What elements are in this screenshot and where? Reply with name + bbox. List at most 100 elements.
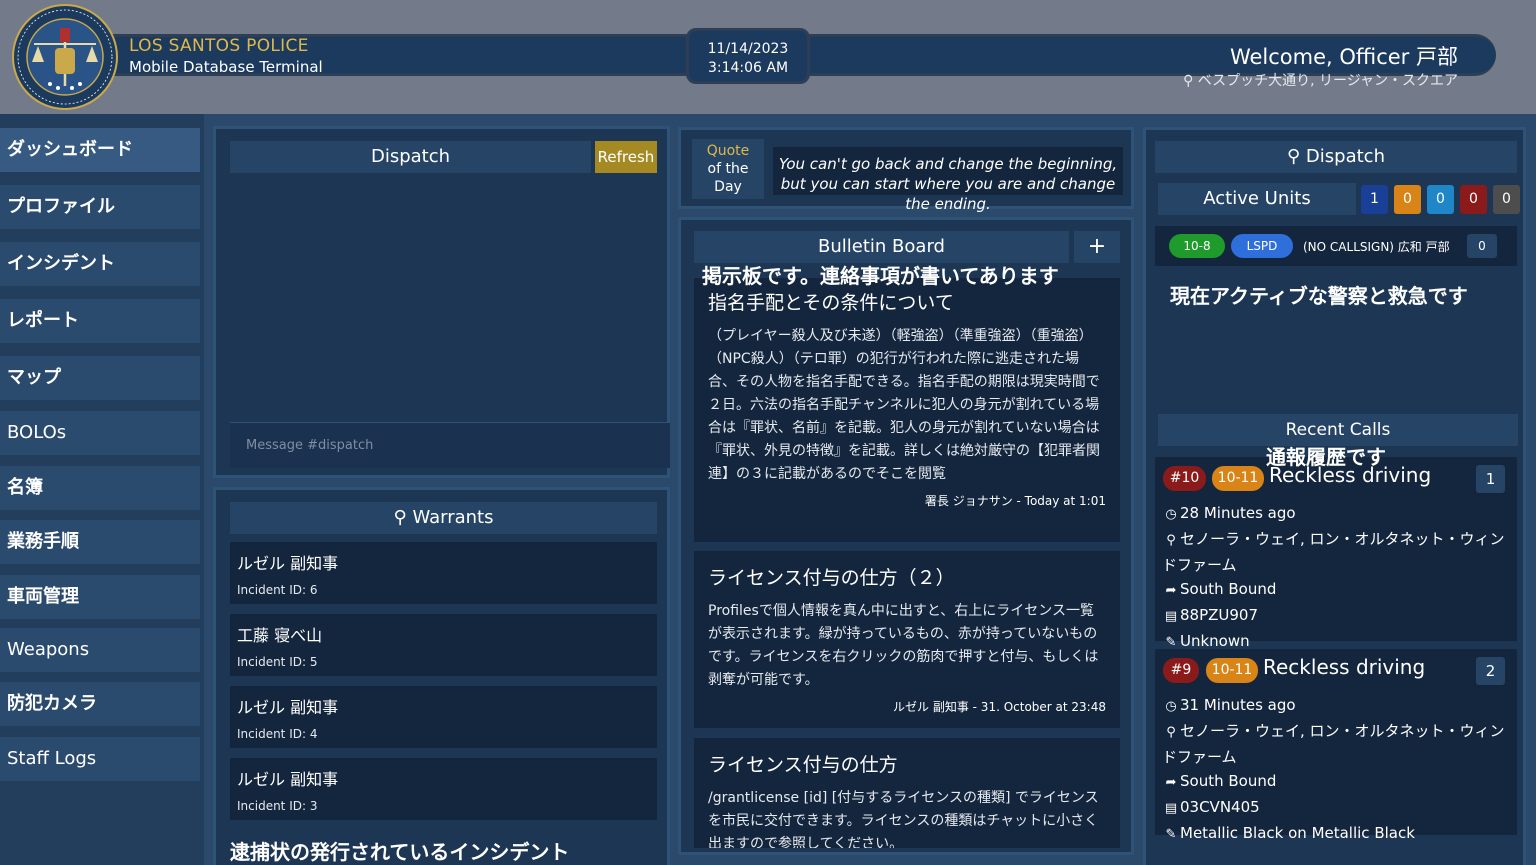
welcome-text: Welcome, Officer 戸部 (1229, 45, 1458, 69)
call-unit-count[interactable]: 1 (1476, 465, 1505, 493)
quote-label: Quote of the Day (692, 139, 764, 199)
sidebar-item-weapons[interactable]: Weapons (0, 628, 200, 672)
location-text: ベスプッチ大通り, リージャン・スクエア (1197, 73, 1458, 89)
bulletin-post-title: ライセンス付与の仕方（２） (708, 567, 955, 589)
call-time-text: 28 Minutes ago (1180, 504, 1296, 522)
bulletin-title: Bulletin Board (694, 231, 1069, 263)
sidebar-item-vehicles[interactable]: 車両管理 (0, 575, 200, 619)
unit-count-badge: 0 (1427, 185, 1454, 214)
org-subtitle: Mobile Database Terminal (129, 58, 323, 76)
dispatch-message-input[interactable] (230, 422, 670, 468)
call-header: #9 10-11 Reckless driving 2 (1162, 649, 1510, 693)
call-direction: ➦ South Bound (1162, 577, 1510, 603)
quote-panel: Quote of the Day You can't go back and c… (678, 127, 1134, 213)
sidebar-item-sop[interactable]: 業務手順 (0, 520, 200, 564)
warrant-name: 工藤 寝べ山 (237, 626, 323, 645)
units-caption: 現在アクティブな警察と救急です (1170, 284, 1468, 308)
refresh-button[interactable]: Refresh (595, 141, 657, 173)
units-dispatch-header: ⚲ Dispatch (1155, 141, 1517, 173)
unit-count-badge: 1 (1361, 185, 1388, 214)
bulletin-post-body: （プレイヤー殺人及び未遂）（軽強盗）（準重強盗）（重強盗）（NPC殺人）（テロ罪… (708, 328, 1100, 482)
direction-arrow-icon: ➦ (1165, 775, 1177, 790)
location-pin-icon: ⚲ (1166, 725, 1176, 740)
call-time-text: 31 Minutes ago (1180, 696, 1296, 714)
quote-label-line1: Quote (706, 143, 750, 159)
unit-name: (NO CALLSIGN) 広和 戸部 (1303, 240, 1450, 254)
call-plate: ▤ 88PZU907 (1162, 603, 1510, 629)
call-title: Reckless driving (1263, 655, 1426, 679)
bulletin-post[interactable]: ライセンス付与の仕方（２） Profilesで個人情報を真ん中に出すと、右上にラ… (694, 551, 1120, 728)
units-panel: ⚲ Dispatch Active Units 1 0 0 0 0 10-8 L… (1143, 127, 1526, 865)
org-name: LOS SANTOS POLICE (129, 36, 309, 56)
quote-text: You can't go back and change the beginni… (773, 147, 1123, 213)
bulletin-caption: 掲示板です。連絡事項が書いてあります (702, 264, 1059, 288)
warrant-item[interactable]: ルゼル 副知事 Incident ID: 6 (230, 542, 657, 604)
top-bar: LOS SANTOS POLICE Mobile Database Termin… (0, 0, 1536, 114)
police-badge-logo (12, 4, 118, 110)
call-vehicle-text: Unknown (1180, 632, 1250, 650)
quote-label-line3: Day (714, 179, 742, 195)
recent-calls-caption: 通報履歴です (1266, 445, 1386, 469)
dispatch-title: Dispatch (230, 141, 591, 173)
warrants-panel: ⚲ Warrants ルゼル 副知事 Incident ID: 6 工藤 寝べ山… (213, 487, 670, 865)
sidebar-item-dashboard[interactable]: ダッシュボード (0, 128, 200, 172)
add-bulletin-button[interactable]: + (1074, 231, 1120, 263)
direction-arrow-icon: ➦ (1165, 583, 1177, 598)
warrant-incident-id: Incident ID: 4 (237, 727, 318, 741)
location-pin-icon: ⚲ (1166, 533, 1176, 548)
call-plate-text: 88PZU907 (1180, 606, 1259, 624)
call-location-text: セノーラ・ウェイ, ロン・オルタネット・ウィンドファーム (1162, 722, 1505, 766)
call-id-tag: #9 (1163, 658, 1199, 683)
warrants-caption: 逮捕状の発行されているインシデント (230, 840, 570, 864)
call-vehicle-text: Metallic Black on Metallic Black (1180, 824, 1415, 842)
sidebar-item-roster[interactable]: 名簿 (0, 466, 200, 510)
clock-time: 3:14:06 AM (707, 60, 789, 76)
bulletin-post[interactable]: 指名手配とその条件について （プレイヤー殺人及び未遂）（軽強盗）（準重強盗）（重… (694, 278, 1120, 542)
sidebar-item-incidents[interactable]: インシデント (0, 242, 200, 286)
call-unit-count[interactable]: 2 (1476, 657, 1505, 685)
paint-icon: ✎ (1165, 827, 1177, 842)
sidebar-item-profiles[interactable]: プロファイル (0, 185, 200, 229)
call-code-tag: 10-11 (1212, 466, 1264, 491)
sidebar-item-bolos[interactable]: BOLOs (0, 411, 200, 455)
clock-date: 11/14/2023 (707, 41, 789, 57)
active-units-label: Active Units (1158, 183, 1356, 215)
search-icon: ⚲ (1287, 146, 1301, 167)
unit-department-pill: LSPD (1231, 234, 1293, 258)
bulletin-post-title: ライセンス付与の仕方 (708, 754, 898, 776)
search-icon: ⚲ (393, 507, 407, 528)
call-card[interactable]: #9 10-11 Reckless driving 2 ◷ 31 Minutes … (1155, 649, 1517, 842)
call-time: ◷ 28 Minutes ago (1162, 501, 1510, 527)
call-card[interactable]: #10 10-11 Reckless driving 1 ◷ 28 Minutes… (1155, 457, 1517, 650)
unit-count-badge: 0 (1460, 185, 1487, 214)
warrants-header: ⚲ Warrants (230, 502, 657, 534)
bulletin-post-body: Profilesで個人情報を真ん中に出すと、右上にライセンス一覧が表示されます。… (708, 603, 1099, 688)
call-location: ⚲ セノーラ・ウェイ, ロン・オルタネット・ウィンドファーム (1162, 719, 1510, 769)
warrant-item[interactable]: ルゼル 副知事 Incident ID: 3 (230, 758, 657, 820)
sidebar-item-reports[interactable]: レポート (0, 299, 200, 343)
warrant-incident-id: Incident ID: 5 (237, 655, 318, 669)
active-unit-row[interactable]: 10-8 LSPD (NO CALLSIGN) 広和 戸部 0 (1155, 226, 1517, 266)
bulletin-post[interactable]: ライセンス付与の仕方 /grantlicense [id] [付与するライセンス… (694, 738, 1120, 848)
unit-count-badge: 0 (1493, 185, 1520, 214)
bulletin-post-meta: ルゼル 副知事 - 31. October at 23:48 (893, 700, 1106, 714)
sidebar-item-staff-logs[interactable]: Staff Logs (0, 737, 200, 781)
call-location: ⚲ セノーラ・ウェイ, ロン・オルタネット・ウィンドファーム (1162, 527, 1510, 577)
quote-label-line2: of the (707, 161, 749, 177)
call-id-tag: #10 (1163, 466, 1206, 491)
call-plate-text: 03CVN405 (1180, 798, 1260, 816)
sidebar-item-map[interactable]: マップ (0, 356, 200, 400)
warrant-item[interactable]: ルゼル 副知事 Incident ID: 4 (230, 686, 657, 748)
sidebar-item-cameras[interactable]: 防犯カメラ (0, 682, 200, 726)
unit-status-pill: 10-8 (1169, 234, 1225, 258)
warrant-incident-id: Incident ID: 3 (237, 799, 318, 813)
warrant-name: ルゼル 副知事 (237, 698, 339, 717)
warrant-name: ルゼル 副知事 (237, 554, 339, 573)
call-code-tag: 10-11 (1206, 658, 1258, 683)
bulletin-board-panel: Bulletin Board + 掲示板です。連絡事項が書いてあります 指名手配… (678, 217, 1134, 855)
warrant-item[interactable]: 工藤 寝べ山 Incident ID: 5 (230, 614, 657, 676)
call-location-text: セノーラ・ウェイ, ロン・オルタネット・ウィンドファーム (1162, 530, 1505, 574)
bulletin-post-meta: 署長 ジョナサン - Today at 1:01 (924, 494, 1106, 508)
call-direction: ➦ South Bound (1162, 769, 1510, 795)
bulletin-post-title: 指名手配とその条件について (708, 292, 954, 314)
